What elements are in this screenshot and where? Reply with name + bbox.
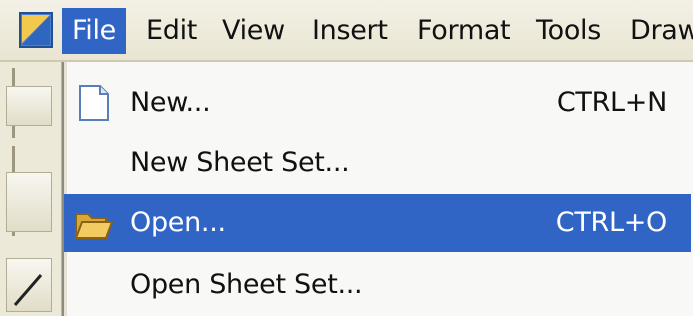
menu-item-label: New... <box>130 87 211 118</box>
menu-format[interactable]: Format <box>417 8 511 54</box>
app-logo-icon <box>19 12 53 48</box>
line-tool-icon <box>13 274 43 306</box>
new-document-icon <box>79 85 109 121</box>
menu-item-label: Open Sheet Set... <box>130 269 363 300</box>
open-folder-icon <box>74 213 114 239</box>
menu-tools[interactable]: Tools <box>536 8 601 54</box>
menu-item-new[interactable]: New... CTRL+N <box>64 74 691 132</box>
menu-draw[interactable]: Draw <box>630 8 693 54</box>
menu-item-open-sheet-set[interactable]: Open Sheet Set... <box>64 256 691 314</box>
menu-file[interactable]: File <box>62 8 126 54</box>
menu-edit[interactable]: Edit <box>146 8 197 54</box>
toolbar-button[interactable] <box>6 172 52 232</box>
application-window: File Edit View Insert Format Tools Draw … <box>0 0 693 316</box>
menu-item-shortcut: CTRL+N <box>556 87 667 118</box>
line-tool-button[interactable] <box>6 258 52 312</box>
menu-insert[interactable]: Insert <box>312 8 388 54</box>
menu-item-label: Open... <box>130 207 226 238</box>
toolbar-button[interactable] <box>6 86 52 126</box>
menu-item-open[interactable]: Open... CTRL+O <box>64 194 691 252</box>
menu-view[interactable]: View <box>222 8 285 54</box>
menu-item-shortcut: CTRL+O <box>555 207 668 238</box>
file-menu-dropdown: New... CTRL+N New Sheet Set... Open... C… <box>62 62 693 316</box>
menu-item-label: New Sheet Set... <box>130 147 350 178</box>
menu-bar: File Edit View Insert Format Tools Draw <box>0 0 693 62</box>
left-toolbar <box>0 62 62 316</box>
menu-item-new-sheet-set[interactable]: New Sheet Set... <box>64 134 691 192</box>
